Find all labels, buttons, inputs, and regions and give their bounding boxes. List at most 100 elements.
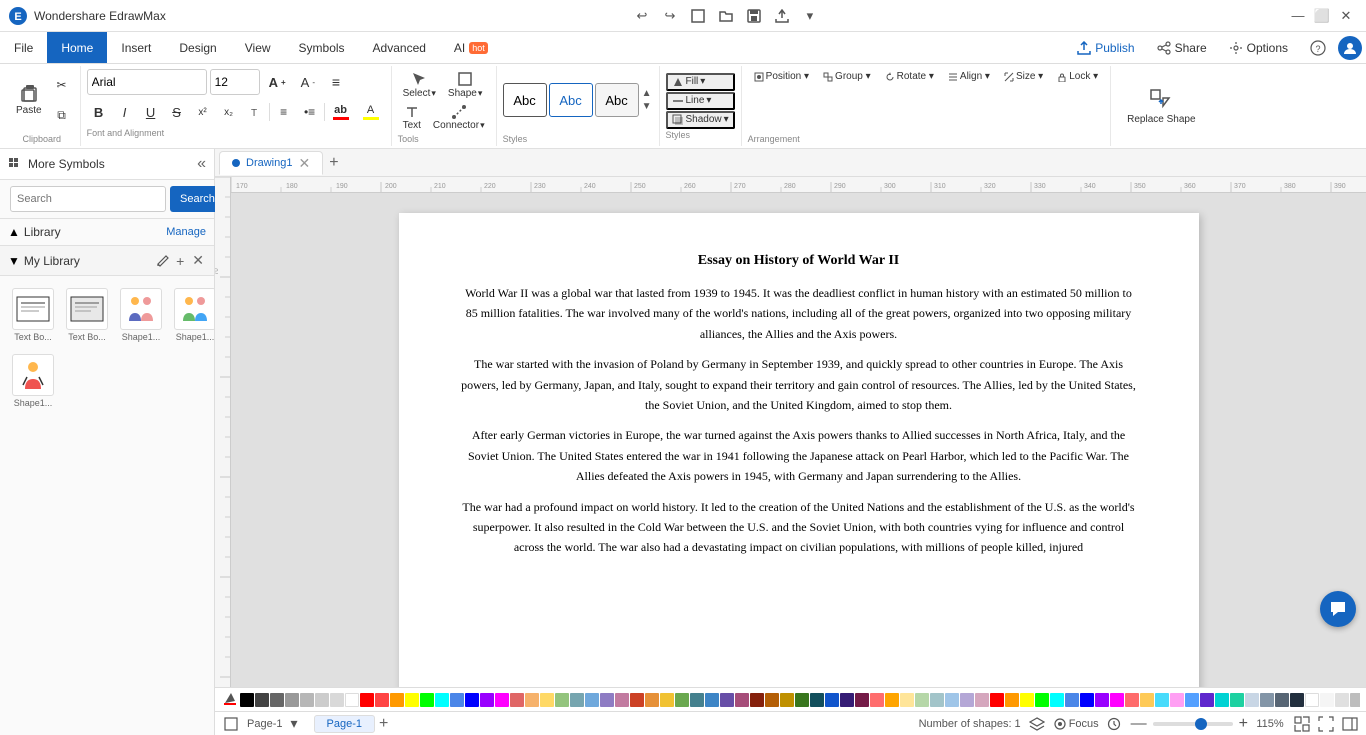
font-decrease-button[interactable]: A- (295, 68, 321, 96)
maximize-button[interactable]: ⬜ (1310, 4, 1334, 28)
menu-item-advanced[interactable]: Advanced (359, 32, 440, 63)
user-avatar[interactable] (1338, 36, 1362, 60)
style-box-1[interactable]: Abc (503, 83, 547, 117)
color-swatch[interactable] (690, 693, 704, 707)
color-swatch[interactable] (1245, 693, 1259, 707)
highlight-button[interactable]: A (357, 98, 385, 126)
color-swatch[interactable] (435, 693, 449, 707)
paste-button[interactable]: Paste (10, 80, 48, 120)
library-title[interactable]: Library (24, 225, 61, 239)
redo-button[interactable]: ↪ (658, 4, 682, 28)
color-swatch[interactable] (360, 693, 374, 707)
publish-button[interactable]: Publish (1067, 37, 1144, 59)
save-button[interactable] (742, 4, 766, 28)
list-item[interactable]: Shape1... (170, 284, 214, 346)
menu-item-home[interactable]: Home (47, 32, 107, 63)
color-swatch[interactable] (615, 693, 629, 707)
color-swatch[interactable] (300, 693, 314, 707)
style-box-3[interactable]: Abc (595, 83, 639, 117)
manage-button[interactable]: Manage (166, 226, 206, 238)
menu-item-file[interactable]: File (0, 32, 47, 63)
strikethrough-button[interactable]: S (165, 98, 189, 126)
zoom-in-button[interactable]: + (1237, 715, 1250, 733)
export-button[interactable] (770, 4, 794, 28)
color-swatch[interactable] (1005, 693, 1019, 707)
fit-icon[interactable] (1294, 716, 1310, 732)
list-item[interactable]: Text Bo... (8, 284, 58, 346)
color-swatch[interactable] (930, 693, 944, 707)
color-swatch[interactable] (285, 693, 299, 707)
color-swatch[interactable] (660, 693, 674, 707)
color-swatch[interactable] (675, 693, 689, 707)
color-swatch[interactable] (1185, 693, 1199, 707)
color-swatch[interactable] (1275, 693, 1289, 707)
align-button[interactable]: Align ▾ (942, 68, 996, 85)
undo-button[interactable]: ↩ (630, 4, 654, 28)
color-swatch[interactable] (585, 693, 599, 707)
position-button[interactable]: Position ▾ (748, 68, 815, 85)
color-swatch[interactable] (345, 693, 359, 707)
color-swatch[interactable] (975, 693, 989, 707)
color-swatch[interactable] (630, 693, 644, 707)
color-swatch[interactable] (570, 693, 584, 707)
sidebar-toggle-icon[interactable] (1342, 716, 1358, 732)
shape-button[interactable]: Shape ▾ (443, 68, 487, 102)
color-swatch[interactable] (870, 693, 884, 707)
clock-icon[interactable] (1107, 717, 1121, 731)
italic-button[interactable]: I (113, 98, 137, 126)
color-swatch[interactable] (960, 693, 974, 707)
fill-button[interactable]: Fill ▾ (666, 73, 735, 91)
new-button[interactable] (686, 4, 710, 28)
help-button[interactable]: ? (1300, 36, 1336, 60)
color-swatch[interactable] (1335, 693, 1349, 707)
color-swatch[interactable] (465, 693, 479, 707)
color-swatch[interactable] (1140, 693, 1154, 707)
tab-drawing1[interactable]: Drawing1 ✕ (219, 151, 323, 175)
color-swatch[interactable] (480, 693, 494, 707)
color-swatch[interactable] (720, 693, 734, 707)
zoom-level[interactable]: 115% (1254, 718, 1286, 730)
color-swatch[interactable] (705, 693, 719, 707)
list-button[interactable]: ≡ (272, 98, 296, 126)
share-button[interactable]: Share (1147, 37, 1217, 59)
layers-icon[interactable] (1029, 716, 1045, 732)
font-increase-button[interactable]: A+ (263, 68, 292, 96)
color-swatch[interactable] (1020, 693, 1034, 707)
options-button[interactable]: Options (1219, 37, 1298, 59)
color-swatch[interactable] (1110, 693, 1124, 707)
color-swatch[interactable] (1200, 693, 1214, 707)
color-swatch[interactable] (765, 693, 779, 707)
color-swatch[interactable] (795, 693, 809, 707)
menu-item-view[interactable]: View (231, 32, 285, 63)
color-swatch[interactable] (1035, 693, 1049, 707)
color-swatch[interactable] (1080, 693, 1094, 707)
menu-item-symbols[interactable]: Symbols (285, 32, 359, 63)
menu-item-insert[interactable]: Insert (107, 32, 165, 63)
cut-button[interactable]: ✂ (50, 71, 74, 99)
color-swatch[interactable] (1350, 693, 1360, 707)
color-swatch[interactable] (270, 693, 284, 707)
font-family-input[interactable] (87, 69, 207, 95)
list-item[interactable]: Text Bo... (62, 284, 112, 346)
styles-scroll-up[interactable]: ▲ (641, 88, 653, 100)
color-swatch[interactable] (780, 693, 794, 707)
text-color-button[interactable]: ab (327, 98, 355, 126)
close-library-button[interactable]: ✕ (190, 252, 206, 269)
page-chevron-down[interactable]: ▾ (290, 715, 297, 732)
bullet-button[interactable]: •≡ (298, 98, 322, 126)
select-button[interactable]: Select ▾ (398, 68, 441, 102)
color-swatch[interactable] (1125, 693, 1139, 707)
add-page-button[interactable]: + (379, 715, 388, 733)
focus-button[interactable]: Focus (1053, 717, 1099, 731)
color-swatch[interactable] (750, 693, 764, 707)
color-swatch[interactable] (405, 693, 419, 707)
text-button[interactable]: Text (398, 104, 426, 132)
color-swatch[interactable] (990, 693, 1004, 707)
tab-close-button[interactable]: ✕ (298, 155, 310, 172)
color-swatch[interactable] (810, 693, 824, 707)
color-swatch[interactable] (495, 693, 509, 707)
color-swatch[interactable] (915, 693, 929, 707)
color-swatch[interactable] (1215, 693, 1229, 707)
color-swatch[interactable] (420, 693, 434, 707)
subscript-button[interactable]: x₂ (217, 98, 241, 126)
